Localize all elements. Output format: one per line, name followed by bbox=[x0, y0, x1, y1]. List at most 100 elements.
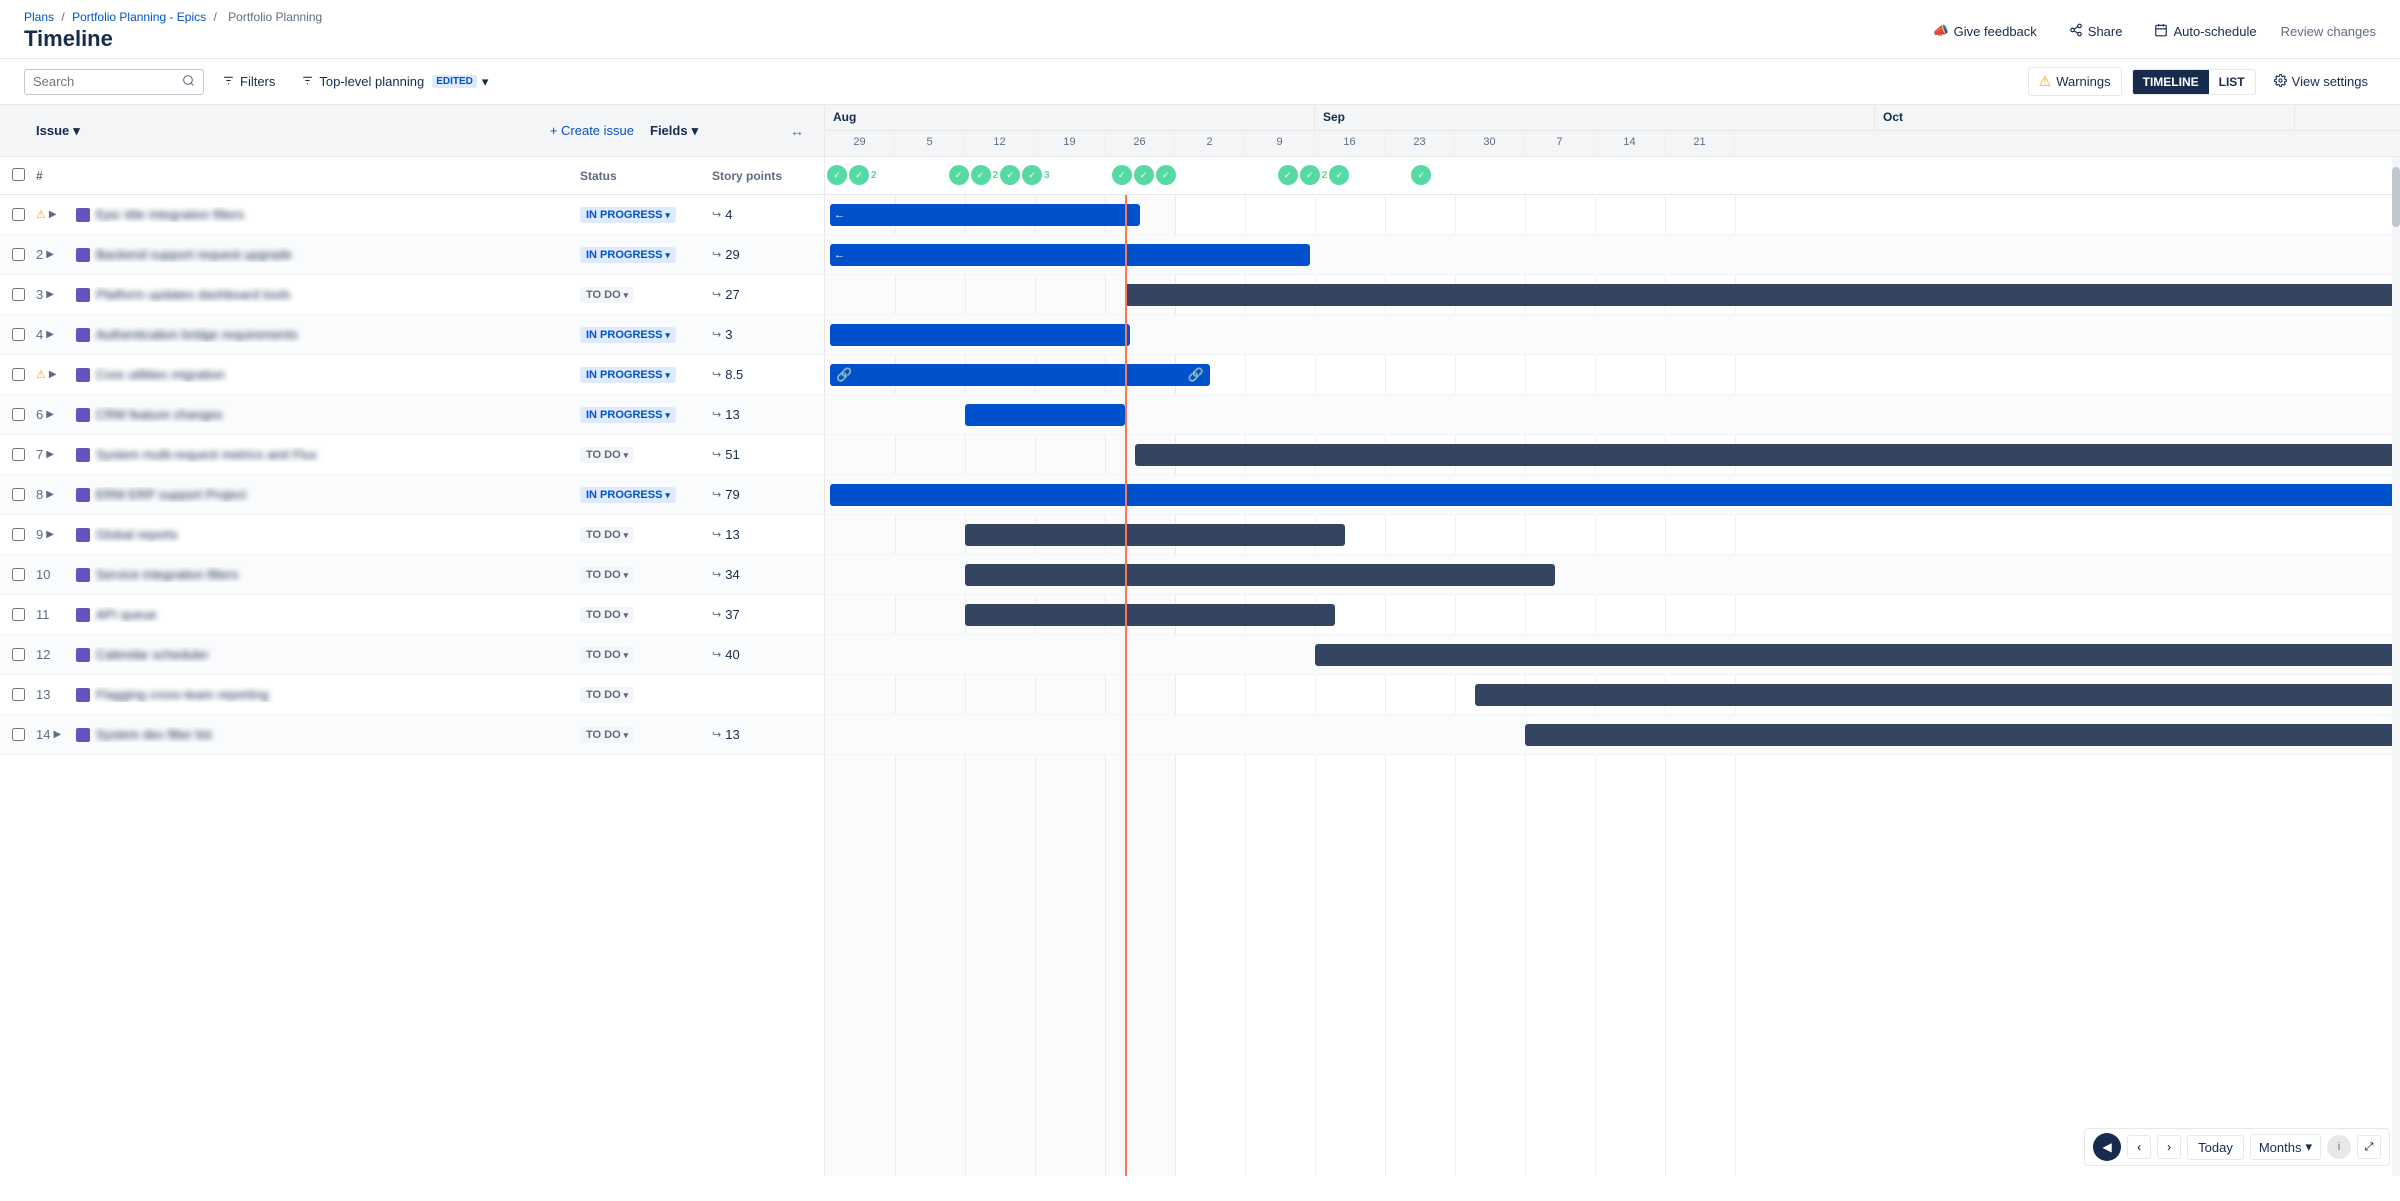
row-checkbox[interactable] bbox=[12, 728, 25, 741]
status-badge[interactable]: TO DO▾ bbox=[580, 287, 634, 303]
row-checkbox[interactable] bbox=[12, 568, 25, 581]
row-checkbox[interactable] bbox=[12, 368, 25, 381]
status-badge[interactable]: TO DO▾ bbox=[580, 647, 634, 663]
warnings-button[interactable]: ⚠ Warnings bbox=[2028, 67, 2122, 96]
row-expand[interactable]: ▶ bbox=[49, 369, 57, 380]
scroll-left-start-button[interactable]: ◀ bbox=[2093, 1133, 2121, 1161]
gantt-row-2: ← bbox=[825, 235, 2400, 275]
story-points-icon: ↪ bbox=[712, 728, 721, 741]
row-checkbox[interactable] bbox=[12, 488, 25, 501]
search-input[interactable] bbox=[33, 74, 176, 89]
chevron-right-icon: › bbox=[2167, 1140, 2171, 1154]
row-checkbox[interactable] bbox=[12, 328, 25, 341]
story-points-icon: ↪ bbox=[712, 248, 721, 261]
autoschedule-button[interactable]: Auto-schedule bbox=[2146, 19, 2264, 44]
fields-column-header[interactable]: Fields ▾ bbox=[642, 123, 782, 139]
chevron-left-icon: ‹ bbox=[2137, 1140, 2141, 1154]
milestone-icons-group: ✓ ✓ 2 ✓ ✓ 2 ✓ ✓ 3 ✓ ✓ ✓ ✓ bbox=[827, 165, 1431, 185]
milestone-count: 2 bbox=[993, 170, 999, 181]
month-labels: Aug Sep Oct bbox=[825, 105, 2400, 131]
status-badge[interactable]: TO DO▾ bbox=[580, 687, 634, 703]
breadcrumb-portfolio-epics[interactable]: Portfolio Planning - Epics bbox=[72, 10, 206, 24]
status-badge[interactable]: IN PROGRESS▾ bbox=[580, 407, 676, 423]
status-badge[interactable]: IN PROGRESS▾ bbox=[580, 327, 676, 343]
row-checkbox[interactable] bbox=[12, 608, 25, 621]
row-checkbox[interactable] bbox=[12, 528, 25, 541]
gantt-bar[interactable]: ← bbox=[830, 204, 1140, 226]
story-points-icon: ↪ bbox=[712, 568, 721, 581]
feedback-button[interactable]: 📣 Give feedback bbox=[1924, 19, 2044, 43]
story-points-icon: ↪ bbox=[712, 368, 721, 381]
vertical-scrollbar[interactable] bbox=[2392, 157, 2400, 1176]
gantt-bar[interactable] bbox=[830, 324, 1130, 346]
row-checkbox[interactable] bbox=[12, 288, 25, 301]
table-row: 11 API queue TO DO▾ ↪37 bbox=[0, 595, 824, 635]
gantt-bar[interactable] bbox=[965, 404, 1125, 426]
gantt-bar[interactable] bbox=[1125, 284, 2400, 306]
info-button[interactable]: i bbox=[2327, 1135, 2351, 1159]
gantt-bar[interactable]: 🔗 🔗 bbox=[830, 364, 1210, 386]
view-settings-button[interactable]: View settings bbox=[2266, 70, 2376, 94]
status-badge[interactable]: IN PROGRESS▾ bbox=[580, 207, 676, 223]
row-checkbox[interactable] bbox=[12, 408, 25, 421]
status-badge[interactable]: TO DO▾ bbox=[580, 527, 634, 543]
gantt-bar[interactable] bbox=[1315, 644, 2400, 666]
oct-label: Oct bbox=[1875, 105, 2295, 130]
share-button[interactable]: Share bbox=[2061, 19, 2131, 44]
row-expand[interactable]: ▶ bbox=[46, 409, 54, 420]
scrollbar-thumb[interactable] bbox=[2392, 167, 2400, 227]
row-expand[interactable]: ▶ bbox=[49, 209, 57, 220]
create-issue-button[interactable]: + Create issue bbox=[542, 119, 642, 142]
breadcrumb-plans[interactable]: Plans bbox=[24, 10, 54, 24]
row-expand[interactable]: ▶ bbox=[46, 529, 54, 540]
status-badge[interactable]: TO DO▾ bbox=[580, 567, 634, 583]
epic-icon bbox=[76, 528, 90, 542]
issue-column-header[interactable]: Issue ▾ bbox=[36, 123, 542, 139]
row-checkbox[interactable] bbox=[12, 688, 25, 701]
row-checkbox[interactable] bbox=[12, 208, 25, 221]
aug-label: Aug bbox=[825, 105, 1315, 130]
row-expand[interactable]: ▶ bbox=[46, 289, 54, 300]
gantt-bar[interactable] bbox=[1525, 724, 2400, 746]
planning-button[interactable]: Top-level planning EDITED ▾ bbox=[293, 70, 496, 94]
row-checkbox[interactable] bbox=[12, 648, 25, 661]
gantt-bar[interactable] bbox=[965, 604, 1335, 626]
milestone-icon: ✓ bbox=[1134, 165, 1154, 185]
today-line bbox=[1125, 195, 1127, 1176]
scroll-left-button[interactable]: ‹ bbox=[2127, 1135, 2151, 1159]
timeline-tab[interactable]: TIMELINE bbox=[2133, 70, 2209, 94]
list-tab[interactable]: LIST bbox=[2209, 70, 2255, 94]
review-changes-button[interactable]: Review changes bbox=[2281, 24, 2376, 39]
gantt-bar[interactable] bbox=[830, 484, 2400, 506]
gantt-bar[interactable] bbox=[1135, 444, 2400, 466]
main-content: Issue ▾ + Create issue Fields ▾ ↔ # Stat… bbox=[0, 105, 2400, 1176]
today-button[interactable]: Today bbox=[2187, 1135, 2244, 1160]
status-badge[interactable]: IN PROGRESS▾ bbox=[580, 247, 676, 263]
gantt-bar[interactable] bbox=[1475, 684, 2400, 706]
status-badge[interactable]: TO DO▾ bbox=[580, 727, 634, 743]
row-checkbox[interactable] bbox=[12, 448, 25, 461]
fullscreen-button[interactable]: ⤢ bbox=[2357, 1135, 2381, 1159]
status-badge[interactable]: TO DO▾ bbox=[580, 607, 634, 623]
search-box[interactable] bbox=[24, 69, 204, 95]
row-expand[interactable]: ▶ bbox=[53, 729, 61, 740]
row-expand[interactable]: ▶ bbox=[46, 329, 54, 340]
calendar-icon bbox=[2154, 23, 2168, 40]
status-badge[interactable]: TO DO▾ bbox=[580, 447, 634, 463]
scroll-right-button[interactable]: › bbox=[2157, 1135, 2181, 1159]
week-label: 5 bbox=[895, 131, 965, 156]
status-badge[interactable]: IN PROGRESS▾ bbox=[580, 487, 676, 503]
collapse-arrow[interactable]: ↔ bbox=[782, 123, 812, 139]
gantt-bar[interactable] bbox=[965, 524, 1345, 546]
gantt-bar[interactable] bbox=[965, 564, 1555, 586]
row-expand[interactable]: ▶ bbox=[46, 489, 54, 500]
row-expand[interactable]: ▶ bbox=[46, 449, 54, 460]
row-expand[interactable]: ▶ bbox=[46, 249, 54, 260]
filters-button[interactable]: Filters bbox=[214, 70, 283, 94]
gantt-bar[interactable]: ← bbox=[830, 244, 1310, 266]
milestone-icon: ✓ bbox=[1300, 165, 1320, 185]
header-checkbox[interactable] bbox=[12, 168, 25, 181]
time-scale-select[interactable]: Months ▾ bbox=[2250, 1134, 2321, 1160]
status-badge[interactable]: IN PROGRESS▾ bbox=[580, 367, 676, 383]
row-checkbox[interactable] bbox=[12, 248, 25, 261]
